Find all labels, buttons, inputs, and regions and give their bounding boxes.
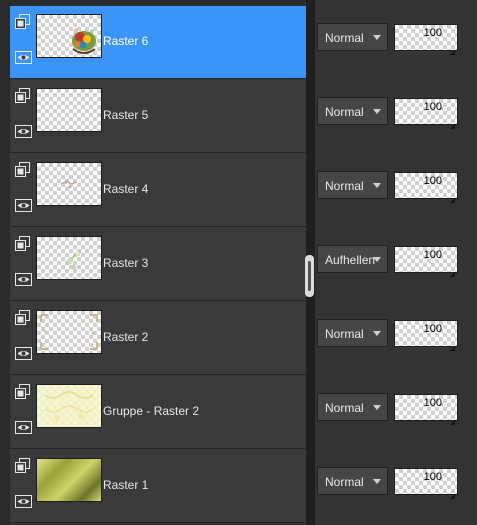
layer-stack-icon[interactable] xyxy=(15,162,30,177)
layer-row[interactable]: Raster 5 xyxy=(10,80,306,153)
layer-properties-row: Normal 100 xyxy=(315,370,477,444)
layer-properties-row: Normal 100 xyxy=(315,0,477,74)
eye-icon[interactable] xyxy=(15,199,32,212)
layer-thumbnail xyxy=(36,162,102,206)
layer-stack-icon[interactable] xyxy=(15,88,30,103)
opacity-field[interactable]: 100 xyxy=(394,24,458,56)
layer-row[interactable]: Raster 6 xyxy=(10,6,306,79)
chevron-down-icon xyxy=(373,109,381,114)
opacity-value: 100 xyxy=(423,175,442,187)
layer-thumbnail xyxy=(36,310,102,354)
blend-mode-label: Normal xyxy=(325,105,364,119)
eye-icon[interactable] xyxy=(15,51,32,64)
blend-mode-dropdown[interactable]: Aufhellen xyxy=(317,245,388,273)
opacity-value: 100 xyxy=(423,323,442,335)
layer-thumbnail xyxy=(36,14,102,58)
blend-mode-label: Normal xyxy=(325,327,364,341)
layer-stack-icon[interactable] xyxy=(15,458,30,473)
opacity-value: 100 xyxy=(423,27,442,39)
opacity-value: 100 xyxy=(423,249,442,261)
blend-mode-label: Normal xyxy=(325,179,364,193)
opacity-value: 100 xyxy=(423,101,442,113)
eye-icon[interactable] xyxy=(15,495,32,508)
layer-thumbnail xyxy=(36,458,102,502)
blend-mode-label: Aufhellen xyxy=(325,253,376,267)
opacity-field[interactable]: 100 xyxy=(394,98,458,130)
layer-row[interactable]: Raster 1 xyxy=(10,450,306,523)
opacity-value: 100 xyxy=(423,471,442,483)
layer-row[interactable]: Raster 2 xyxy=(10,302,306,375)
layer-row[interactable]: Raster 3 xyxy=(10,228,306,301)
layer-controls xyxy=(14,234,34,294)
resize-grip-icon xyxy=(450,117,456,130)
layer-controls xyxy=(14,160,34,220)
blend-mode-dropdown[interactable]: Normal xyxy=(317,97,388,125)
opacity-value: 100 xyxy=(423,397,442,409)
layer-stack-icon[interactable] xyxy=(15,14,30,29)
blend-mode-dropdown[interactable]: Normal xyxy=(317,171,388,199)
eye-icon[interactable] xyxy=(15,125,32,138)
layer-thumbnail xyxy=(36,88,102,132)
blend-mode-dropdown[interactable]: Normal xyxy=(317,393,388,421)
layer-name: Raster 2 xyxy=(103,330,149,344)
chevron-down-icon xyxy=(373,479,381,484)
resize-grip-icon xyxy=(450,487,456,500)
blend-mode-label: Normal xyxy=(325,31,364,45)
resize-grip-icon xyxy=(450,43,456,56)
layer-controls xyxy=(14,456,34,516)
layer-name: Raster 6 xyxy=(103,34,149,48)
chevron-down-icon xyxy=(373,405,381,410)
layer-controls xyxy=(14,86,34,146)
layer-name: Raster 5 xyxy=(103,108,149,122)
chevron-down-icon xyxy=(373,183,381,188)
eye-icon[interactable] xyxy=(15,421,32,434)
opacity-field[interactable]: 100 xyxy=(394,246,458,278)
opacity-field[interactable]: 100 xyxy=(394,394,458,426)
layer-thumbnail xyxy=(36,236,102,280)
layer-controls xyxy=(14,382,34,442)
layer-stack-icon[interactable] xyxy=(15,310,30,325)
splitter-handle[interactable] xyxy=(305,255,314,297)
resize-grip-icon xyxy=(450,339,456,352)
blend-mode-dropdown[interactable]: Normal xyxy=(317,319,388,347)
layer-properties-row: Normal 100 xyxy=(315,74,477,148)
blend-mode-label: Normal xyxy=(325,401,364,415)
layer-properties-row: Normal 100 xyxy=(315,148,477,222)
blend-mode-label: Normal xyxy=(325,475,364,489)
layer-controls xyxy=(14,12,34,72)
blend-mode-dropdown[interactable]: Normal xyxy=(317,23,388,51)
resize-grip-icon xyxy=(450,191,456,204)
layer-thumbnail xyxy=(36,384,102,428)
eye-icon[interactable] xyxy=(15,273,32,286)
opacity-field[interactable]: 100 xyxy=(394,172,458,204)
layer-properties-row: Normal 100 xyxy=(315,444,477,518)
layer-properties-row: Aufhellen 100 xyxy=(315,222,477,296)
layer-row[interactable]: Gruppe - Raster 2 xyxy=(10,376,306,449)
layer-stack-icon[interactable] xyxy=(15,384,30,399)
layer-row[interactable]: Raster 4 xyxy=(10,154,306,227)
layer-stack-icon[interactable] xyxy=(15,236,30,251)
resize-grip-icon xyxy=(450,265,456,278)
layer-properties-row: Normal 100 xyxy=(315,296,477,370)
layers-panel: Raster 6 Raster 5 Raster 4 Raster 3 Raster 2… xyxy=(0,0,477,525)
layer-name: Gruppe - Raster 2 xyxy=(103,404,200,418)
layer-name: Raster 4 xyxy=(103,182,149,196)
chevron-down-icon xyxy=(373,257,381,262)
layer-properties-column: Normal 100 Normal 100 Normal 100 Aufhellen 100 N… xyxy=(315,0,477,525)
layer-controls xyxy=(14,308,34,368)
eye-icon[interactable] xyxy=(15,347,32,360)
resize-grip-icon xyxy=(450,413,456,426)
layer-name: Raster 1 xyxy=(103,478,149,492)
chevron-down-icon xyxy=(373,35,381,40)
opacity-field[interactable]: 100 xyxy=(394,320,458,352)
layer-name: Raster 3 xyxy=(103,256,149,270)
opacity-field[interactable]: 100 xyxy=(394,468,458,500)
layers-list: Raster 6 Raster 5 Raster 4 Raster 3 Raster 2… xyxy=(10,6,306,524)
blend-mode-dropdown[interactable]: Normal xyxy=(317,467,388,495)
chevron-down-icon xyxy=(373,331,381,336)
